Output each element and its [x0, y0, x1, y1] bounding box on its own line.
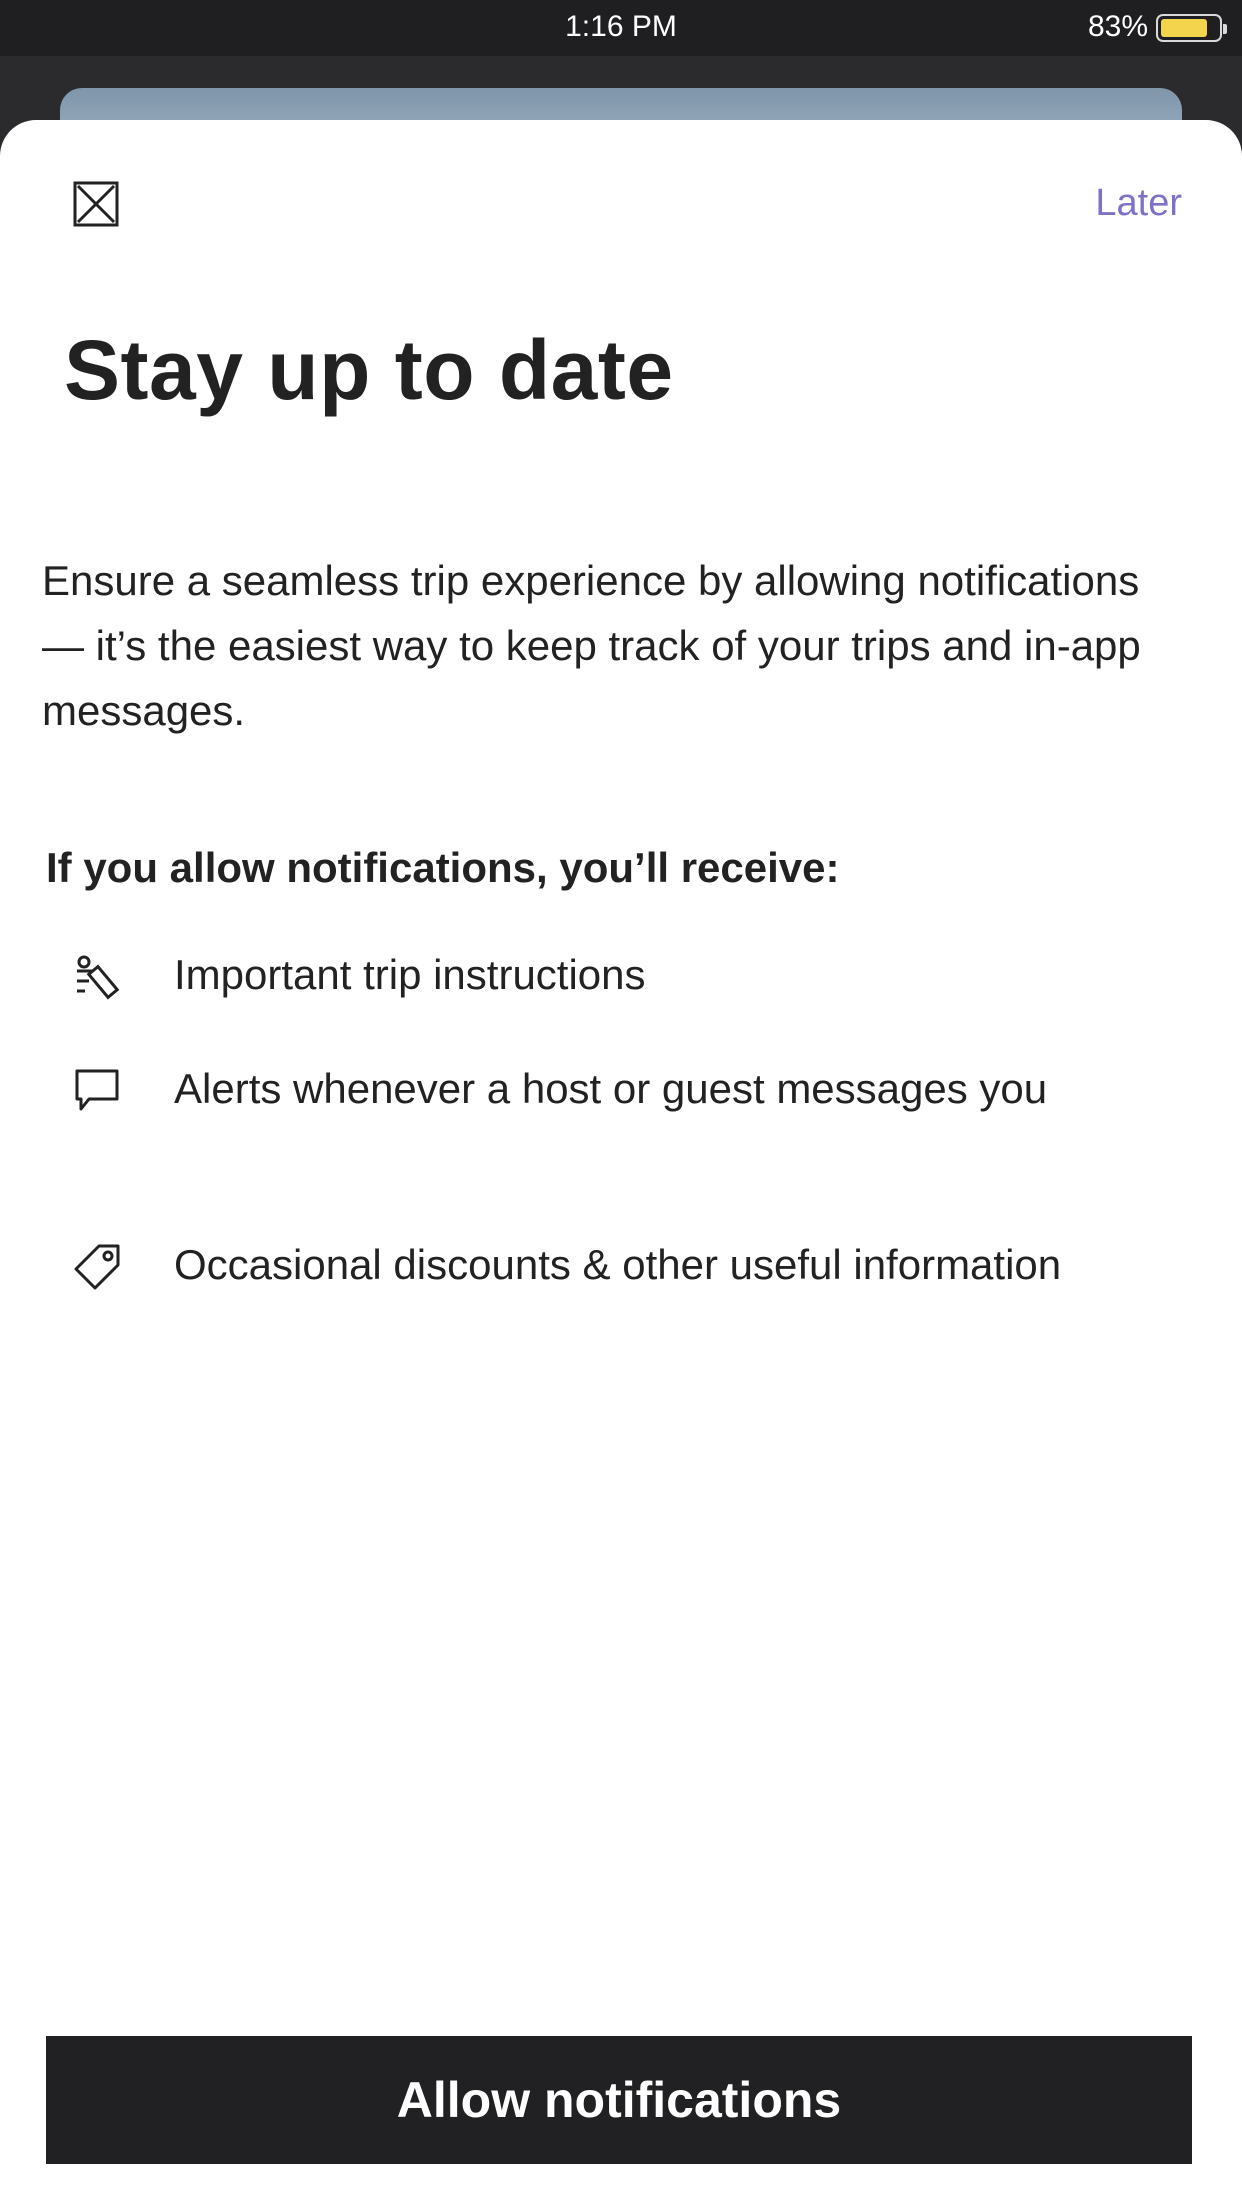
benefit-item: Important trip instructions — [70, 942, 1150, 1007]
message-bubble-icon — [70, 1064, 124, 1118]
later-button[interactable]: Later — [1095, 182, 1182, 225]
close-button[interactable] — [68, 176, 124, 232]
close-icon — [73, 181, 119, 227]
status-time: 1:16 PM — [565, 10, 677, 43]
battery-percent: 83% — [1087, 10, 1148, 43]
trip-instructions-icon — [70, 950, 124, 1004]
allow-notifications-button[interactable]: Allow notifications — [46, 2036, 1192, 2164]
status-bar: 1:16 PM 83% — [0, 0, 1242, 56]
price-tag-icon — [70, 1240, 124, 1294]
page-title: Stay up to date — [64, 323, 674, 417]
intro-text: Ensure a seamless trip experience by all… — [42, 557, 1141, 734]
benefits-heading: If you allow notifications, you’ll recei… — [46, 844, 840, 891]
benefit-text: Important trip instructions — [174, 951, 646, 998]
notification-permission-sheet — [0, 120, 1242, 2208]
benefit-text: Alerts whenever a host or guest messages… — [174, 1065, 1048, 1112]
benefit-item: Alerts whenever a host or guest messages… — [70, 1056, 1150, 1121]
battery-level — [1161, 19, 1208, 37]
benefit-item: Occasional discounts & other useful info… — [70, 1232, 1150, 1297]
battery-icon — [1156, 14, 1227, 42]
benefit-text: Occasional discounts & other useful info… — [174, 1241, 1062, 1288]
